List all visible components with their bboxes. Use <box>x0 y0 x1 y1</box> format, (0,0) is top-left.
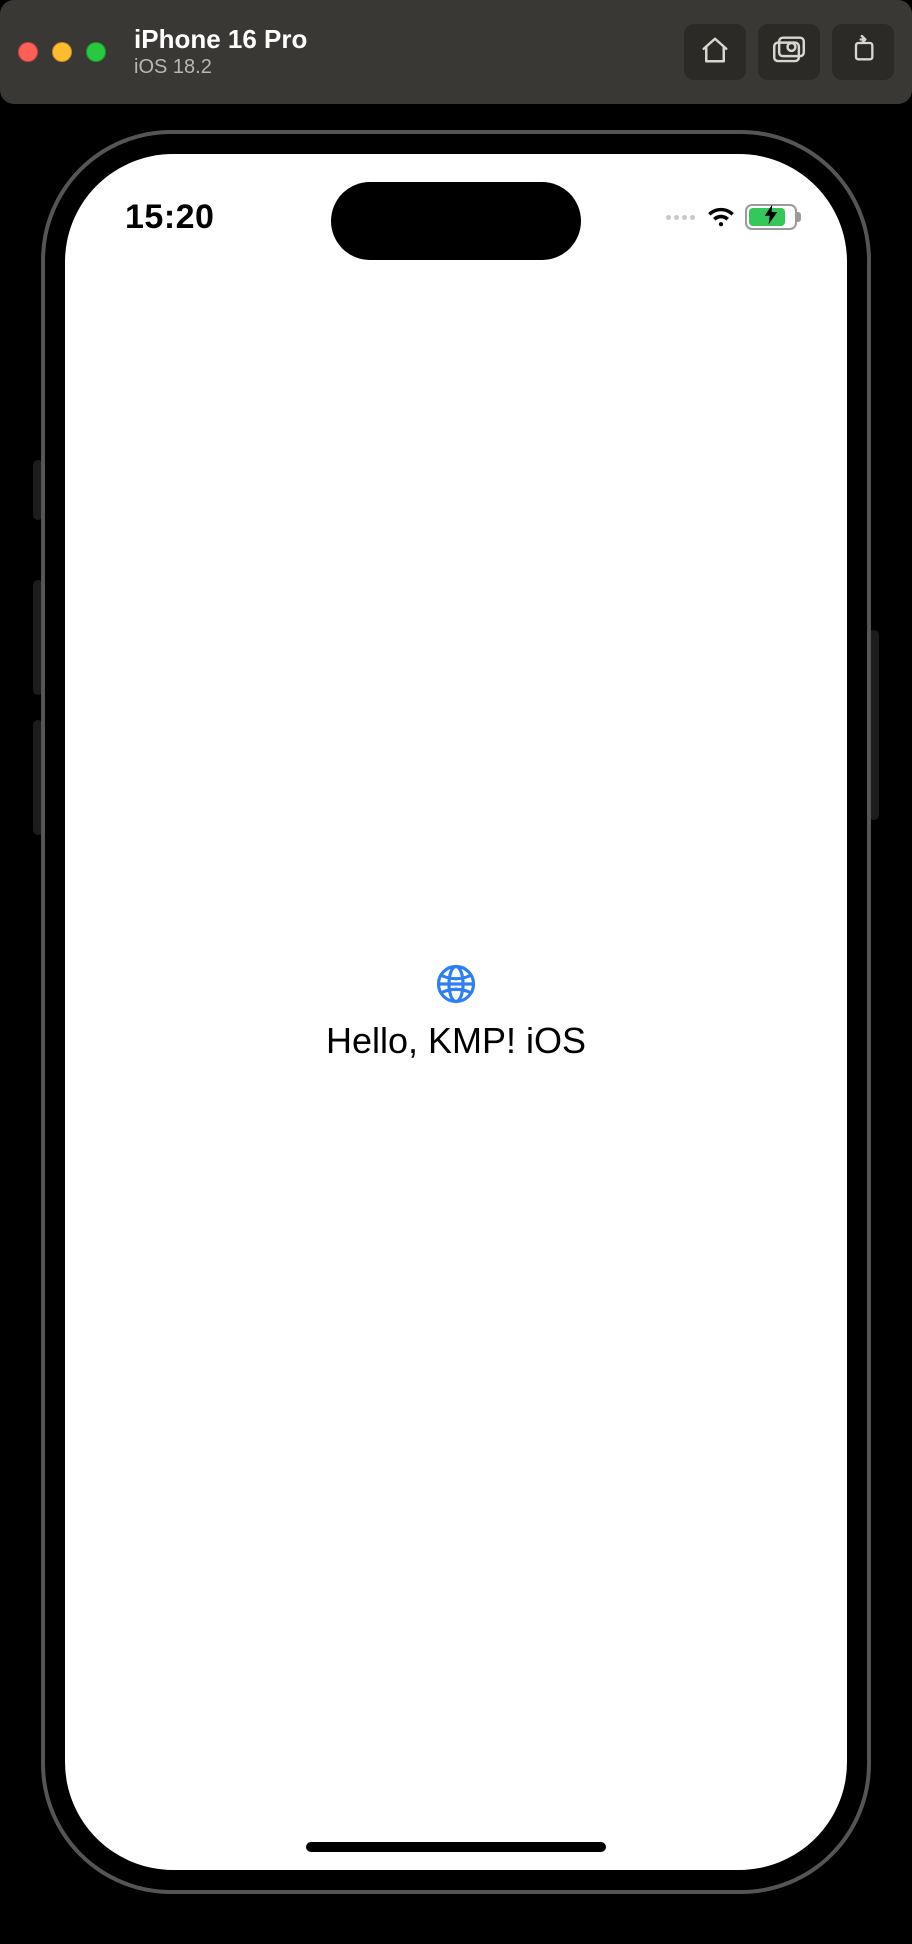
home-indicator[interactable] <box>306 1842 606 1852</box>
globe-icon <box>435 963 477 1010</box>
phone-bezel: 15:20 <box>41 130 871 1894</box>
app-content: Hello, KMP! iOS <box>65 154 847 1870</box>
window-close-button[interactable] <box>18 42 38 62</box>
simulator-titlebar: iPhone 16 Pro iOS 18.2 <box>0 0 912 104</box>
home-icon <box>700 35 730 70</box>
greeting-text: Hello, KMP! iOS <box>326 1020 586 1062</box>
simulator-rotate-button[interactable] <box>832 24 894 80</box>
rotate-icon <box>849 35 877 70</box>
simulator-os-version: iOS 18.2 <box>134 56 307 79</box>
simulator-device-name: iPhone 16 Pro <box>134 25 307 55</box>
simulator-home-button[interactable] <box>684 24 746 80</box>
simulator-title-block: iPhone 16 Pro iOS 18.2 <box>134 25 307 80</box>
phone-screen: 15:20 <box>65 154 847 1870</box>
camera-icon <box>773 35 805 70</box>
window-minimize-button[interactable] <box>52 42 72 62</box>
simulator-toolbar <box>684 24 894 80</box>
window-zoom-button[interactable] <box>86 42 106 62</box>
window-traffic-lights <box>18 42 106 62</box>
simulator-screenshot-button[interactable] <box>758 24 820 80</box>
phone-frame: 15:20 <box>41 130 871 1894</box>
